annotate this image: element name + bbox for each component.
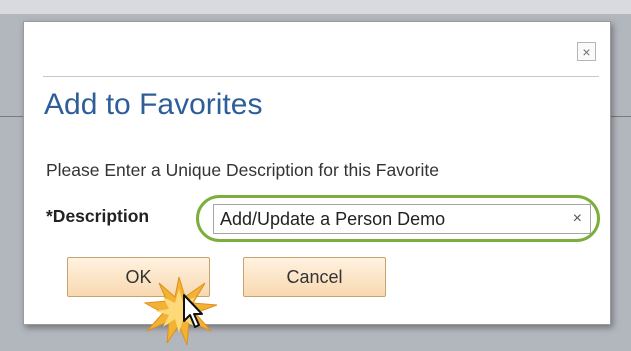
close-button[interactable]: × — [577, 42, 596, 61]
header-divider — [43, 76, 599, 77]
description-input[interactable] — [214, 205, 554, 233]
description-label: *Description — [46, 206, 150, 226]
ok-button[interactable]: OK — [67, 257, 210, 297]
close-icon: × — [582, 43, 591, 60]
instruction-text: Please Enter a Unique Description for th… — [46, 160, 439, 180]
description-field[interactable]: × — [213, 204, 591, 234]
background-divider — [610, 116, 631, 117]
dialog-title: Add to Favorites — [44, 88, 263, 121]
background-divider — [0, 116, 25, 117]
clear-icon[interactable]: × — [573, 209, 582, 229]
background-window — [0, 0, 631, 14]
cancel-button[interactable]: Cancel — [243, 257, 386, 297]
